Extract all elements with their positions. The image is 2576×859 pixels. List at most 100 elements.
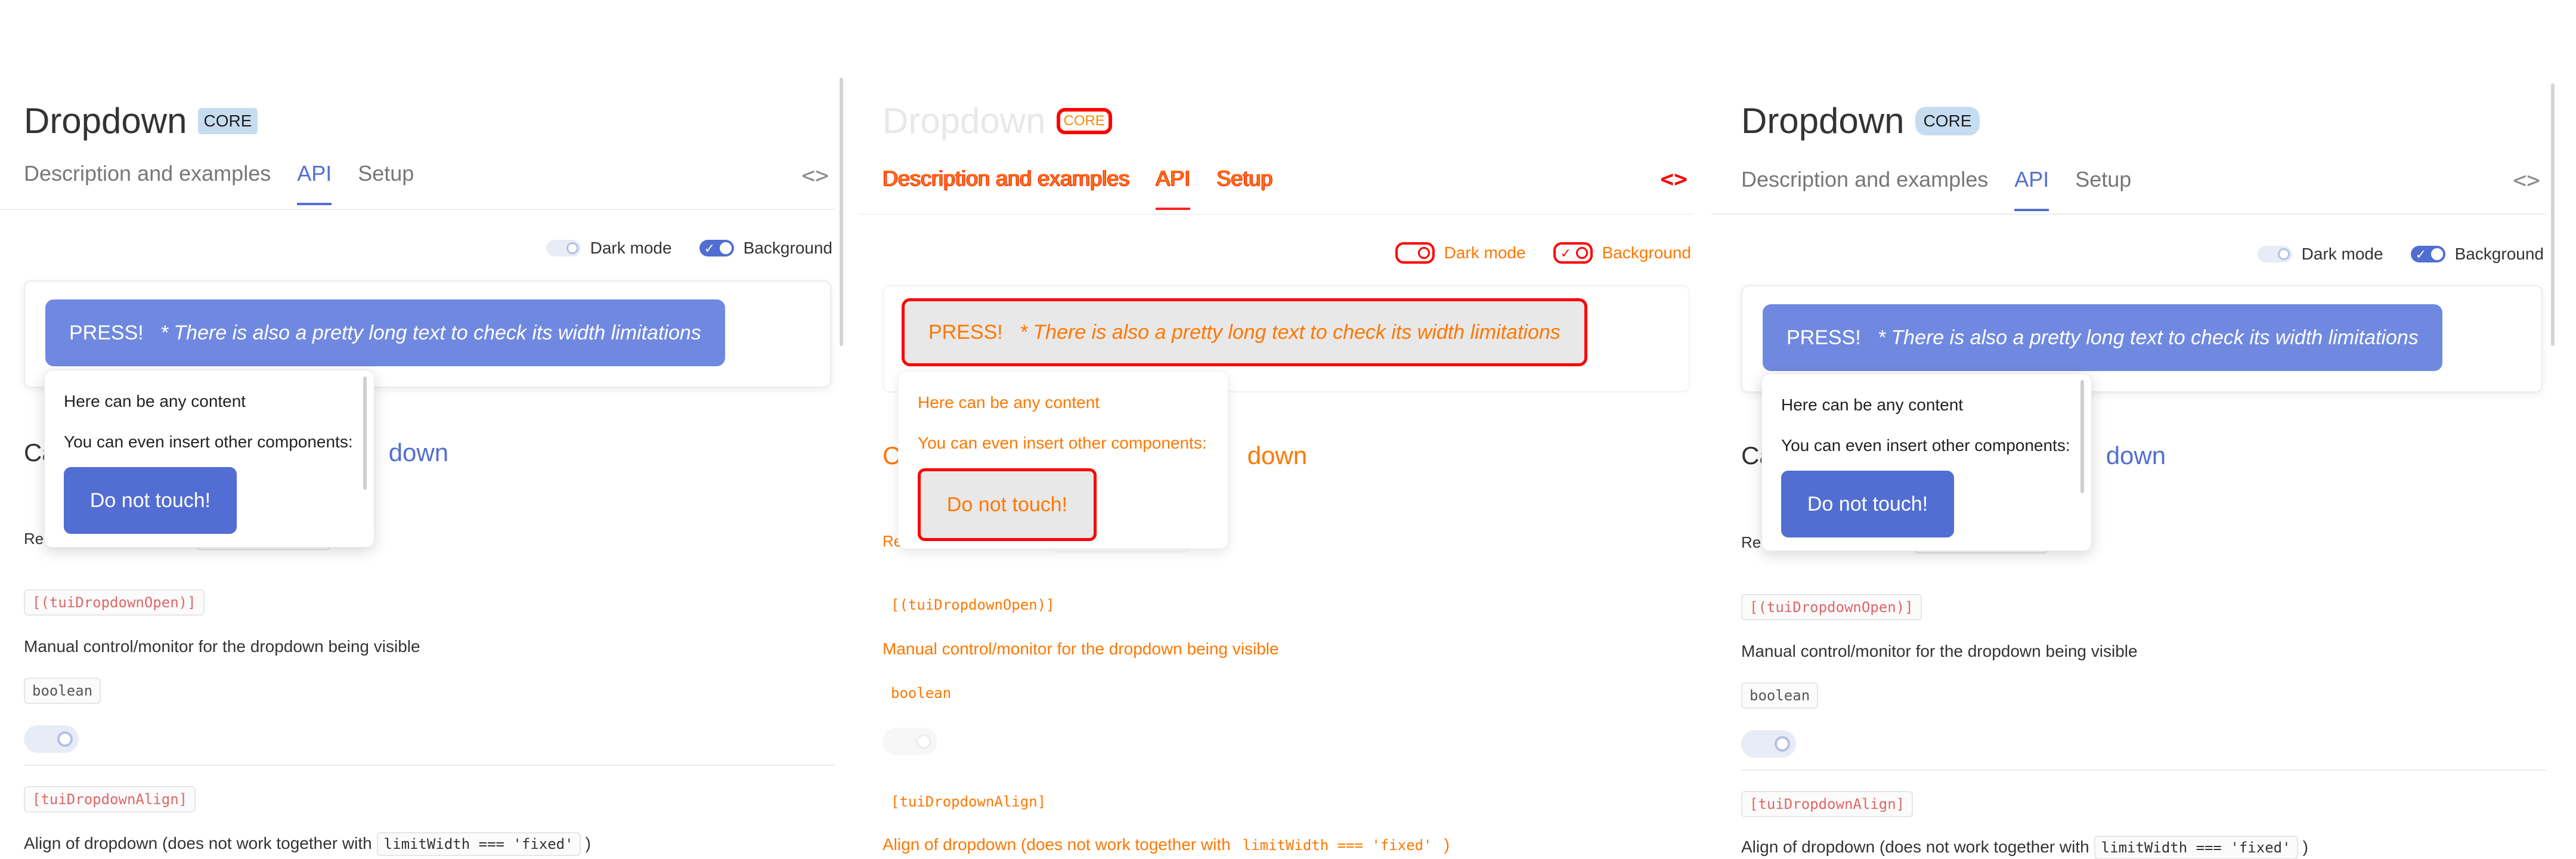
dark-mode-label: Dark mode xyxy=(2301,245,2383,263)
dropdown-text-1: Here can be any content xyxy=(64,392,246,410)
toggle-knob xyxy=(1575,247,1588,259)
api-desc-align-end: ) xyxy=(1444,835,1450,854)
section-heading-link[interactable]: down xyxy=(1247,441,1307,469)
toggle-knob xyxy=(57,731,73,747)
check-icon: ✓ xyxy=(704,241,715,256)
page-title: Dropdown xyxy=(883,101,1046,141)
dropdown-menu: Here can be any content You can even ins… xyxy=(898,371,1228,549)
requirement-label: Re xyxy=(24,530,44,548)
api-desc-align-text: Align of dropdown (does not work togethe… xyxy=(1741,838,2089,856)
tab-description[interactable]: Description and examples xyxy=(24,161,271,205)
press-button[interactable]: PRESS! * There is also a pretty long tex… xyxy=(45,299,725,366)
panel-diff: Dropdown CORE Description and examples A… xyxy=(859,0,1705,859)
tabs-divider xyxy=(859,214,1693,215)
tab-setup[interactable]: Setup xyxy=(1216,166,1272,210)
dark-mode-toggle[interactable] xyxy=(2257,246,2292,262)
dark-mode-toggle[interactable] xyxy=(546,240,581,257)
screenshot-comparison: Dropdown CORE Description and examples A… xyxy=(0,0,2576,859)
dropdown-text-1: Here can be any content xyxy=(1781,395,1964,414)
display-options: Dark mode ✓ Background xyxy=(546,239,832,258)
dark-mode-label: Dark mode xyxy=(590,239,672,257)
core-badge: CORE xyxy=(197,107,258,134)
dropdown-text-2: You can even insert other components: xyxy=(64,432,353,451)
background-label: Background xyxy=(2454,245,2544,263)
toggle-knob xyxy=(566,242,578,254)
toggle-knob xyxy=(1775,736,1790,752)
page-scrollbar[interactable] xyxy=(840,78,843,346)
do-not-touch-button[interactable]: Do not touch! xyxy=(1781,471,1954,537)
tab-description[interactable]: Description and examples xyxy=(883,166,1129,210)
section-heading-link[interactable]: down xyxy=(2106,441,2166,469)
tab-setup[interactable]: Setup xyxy=(358,161,414,205)
api-open-toggle[interactable] xyxy=(24,725,79,753)
dark-mode-label: Dark mode xyxy=(1444,243,1526,262)
tab-api[interactable]: API xyxy=(1156,166,1191,210)
tab-api[interactable]: API xyxy=(2014,167,2049,211)
api-divider xyxy=(24,765,835,766)
core-badge: CORE xyxy=(1056,107,1112,134)
api-open-toggle[interactable] xyxy=(1741,730,1796,758)
dropdown-menu: Here can be any content You can even ins… xyxy=(1761,373,2092,551)
tab-bar: Description and examples API Setup xyxy=(883,166,1299,210)
dark-mode-toggle[interactable] xyxy=(1395,242,1435,264)
press-label: PRESS! xyxy=(1787,326,1861,349)
api-desc-align-end: ) xyxy=(585,834,591,852)
api-type-open: boolean xyxy=(883,680,960,706)
press-button[interactable]: PRESS! * There is also a pretty long tex… xyxy=(902,298,1587,366)
api-divider xyxy=(1741,770,2546,771)
press-note: * There is also a pretty long text to ch… xyxy=(1877,326,2419,349)
tab-api[interactable]: API xyxy=(297,161,332,205)
dropdown-menu: Here can be any content You can even ins… xyxy=(44,370,374,548)
display-options: Dark mode ✓ Background xyxy=(1395,242,1691,264)
api-desc-open: Manual control/monitor for the dropdown … xyxy=(883,639,1279,658)
code-brackets-icon[interactable]: <> xyxy=(1660,166,1688,192)
dropdown-scrollbar[interactable] xyxy=(2080,380,2084,493)
section-heading-link[interactable]: down xyxy=(389,438,448,466)
press-label: PRESS! xyxy=(69,321,144,344)
api-desc-open: Manual control/monitor for the dropdown … xyxy=(24,637,420,656)
dropdown-text-1: Here can be any content xyxy=(918,393,1100,412)
api-name-open: [(tuiDropdownOpen)] xyxy=(1741,594,1922,620)
tab-setup[interactable]: Setup xyxy=(2075,167,2131,211)
check-icon: ✓ xyxy=(1560,246,1571,261)
background-label: Background xyxy=(1602,243,1691,262)
api-name-open: [(tuiDropdownOpen)] xyxy=(24,589,205,616)
api-type-open: boolean xyxy=(24,678,101,704)
code-brackets-icon[interactable]: <> xyxy=(2513,167,2540,193)
panel-expected: Dropdown CORE Description and examples A… xyxy=(1711,0,2558,859)
page-scrollbar[interactable] xyxy=(2551,84,2555,346)
press-note: * There is also a pretty long text to ch… xyxy=(160,321,701,344)
requirement-label: Re xyxy=(1741,533,1761,551)
background-toggle[interactable]: ✓ xyxy=(699,240,734,257)
dropdown-text-2: You can even insert other components: xyxy=(918,434,1207,452)
api-open-toggle[interactable] xyxy=(883,728,937,755)
do-not-touch-button[interactable]: Do not touch! xyxy=(64,467,237,534)
api-desc-align-code: limitWidth === 'fixed' xyxy=(2094,836,2298,859)
code-brackets-icon[interactable]: <> xyxy=(801,162,829,189)
api-name-align: [tuiDropdownAlign] xyxy=(883,789,1055,815)
api-desc-align-text: Align of dropdown (does not work togethe… xyxy=(883,835,1231,854)
toggle-knob xyxy=(2277,248,2290,260)
press-button[interactable]: PRESS! * There is also a pretty long tex… xyxy=(1763,304,2442,371)
background-label: Background xyxy=(743,239,832,257)
tab-description[interactable]: Description and examples xyxy=(1741,167,1988,211)
press-label: PRESS! xyxy=(928,320,1003,344)
page-title: Dropdown xyxy=(24,101,187,141)
api-desc-align-text: Align of dropdown (does not work togethe… xyxy=(24,834,372,852)
page-header: Dropdown CORE xyxy=(1741,100,1980,141)
api-desc-align: Align of dropdown (does not work togethe… xyxy=(24,832,591,856)
api-desc-align-code: limitWidth === 'fixed' xyxy=(1235,833,1439,857)
press-note: * There is also a pretty long text to ch… xyxy=(1019,320,1561,344)
api-desc-align-end: ) xyxy=(2302,838,2308,856)
background-toggle[interactable]: ✓ xyxy=(2410,246,2445,262)
page-title: Dropdown xyxy=(1741,101,1905,141)
api-type-open: boolean xyxy=(1741,682,1819,709)
do-not-touch-button[interactable]: Do not touch! xyxy=(918,468,1097,541)
background-toggle[interactable]: ✓ xyxy=(1553,242,1593,264)
page-header: Dropdown CORE xyxy=(883,100,1112,141)
display-options: Dark mode ✓ Background xyxy=(2257,245,2544,264)
dropdown-text-2: You can even insert other components: xyxy=(1781,436,2070,455)
api-desc-align: Align of dropdown (does not work togethe… xyxy=(883,833,1450,857)
dropdown-scrollbar[interactable] xyxy=(363,376,367,490)
check-icon: ✓ xyxy=(2415,247,2426,262)
